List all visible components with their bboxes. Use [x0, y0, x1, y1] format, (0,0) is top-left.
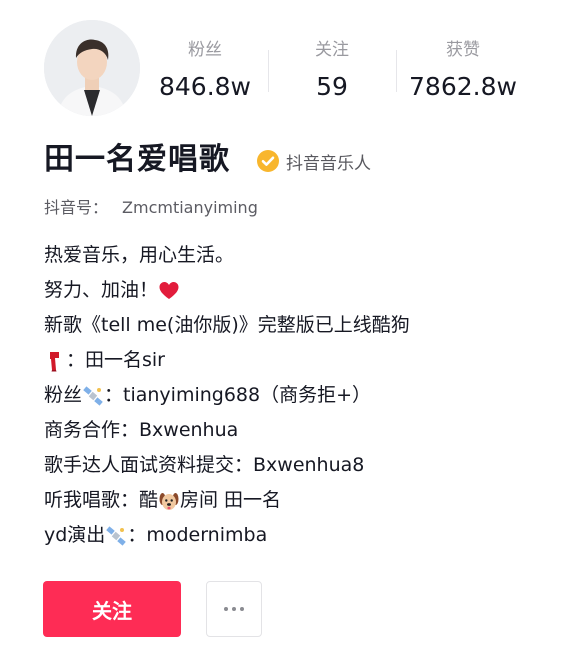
bio-text: 房间 田一名	[180, 489, 282, 511]
dog-face-emoji	[158, 490, 180, 512]
bio-line: 商务合作：Bxwenhua	[44, 413, 554, 448]
bio-text: 新歌《tell me(油你版)》完整版已上线酷狗	[44, 314, 410, 336]
douyin-id-row: 抖音号： Zmcmtianyiming	[44, 196, 258, 220]
name-row: 田一名爱唱歌 抖音音乐人	[44, 140, 371, 180]
follow-button[interactable]: 关注	[43, 581, 181, 637]
profile-name: 田一名爱唱歌	[44, 142, 230, 177]
likes-count: 7862.8w	[409, 72, 517, 101]
stat-following[interactable]: 关注 59	[286, 38, 378, 104]
red-scarf-emoji	[44, 350, 66, 372]
satellite-emoji	[82, 385, 104, 407]
verified-badge: 抖音音乐人	[256, 149, 371, 174]
bio-line: 努力、加油！	[44, 273, 554, 308]
likes-label: 获赞	[446, 40, 480, 60]
bio-line: 听我唱歌：酷 房间 田一名	[44, 483, 554, 518]
bio-text: ：tianyiming688（商务拒+）	[104, 384, 372, 406]
stat-likes[interactable]: 获赞 7862.8w	[402, 38, 524, 104]
more-button[interactable]	[206, 581, 262, 637]
bio-line: ：田一名sir	[44, 343, 554, 378]
bio-text: ：田一名sir	[66, 349, 165, 371]
check-badge-icon	[257, 150, 279, 172]
bio-text: 粉丝	[44, 384, 83, 406]
following-count: 59	[316, 72, 348, 101]
bio-line: yd演出 ：modernimba	[44, 518, 554, 553]
following-label: 关注	[315, 40, 349, 60]
red-heart-emoji	[158, 280, 180, 302]
stats-divider	[396, 50, 397, 92]
fans-count: 846.8w	[158, 72, 252, 101]
douyin-id-label: 抖音号：	[44, 198, 109, 217]
bio-line: 热爱音乐，用心生活。	[44, 238, 554, 273]
bio-line: 新歌《tell me(油你版)》完整版已上线酷狗	[44, 308, 554, 343]
douyin-id-value[interactable]: Zmcmtianyiming	[122, 198, 258, 217]
verified-label: 抖音音乐人	[286, 153, 371, 174]
bio-text: 商务合作：Bxwenhua	[44, 419, 239, 441]
follow-button-label: 关注	[92, 598, 132, 623]
more-dots-icon	[224, 607, 244, 611]
avatar[interactable]	[44, 20, 140, 116]
bio-text: 努力、加油！	[44, 279, 159, 301]
bio: 热爱音乐，用心生活。 努力、加油！ 新歌《tell me(油你版)》完整版已上线…	[44, 238, 554, 553]
bio-line: 歌手达人面试资料提交：Bxwenhua8	[44, 448, 554, 483]
satellite-emoji	[105, 525, 127, 547]
bio-text: 歌手达人面试资料提交：Bxwenhua8	[44, 454, 365, 476]
profile-stats: 粉丝 846.8w 关注 59 获赞 7862.8w	[140, 38, 540, 108]
avatar-image	[44, 20, 140, 116]
bio-text: 听我唱歌：酷	[44, 489, 159, 511]
bio-line: 粉丝 ：tianyiming688（商务拒+）	[44, 378, 554, 413]
bio-text: 热爱音乐，用心生活。	[44, 244, 235, 266]
stats-divider	[268, 50, 269, 92]
bio-text: ：modernimba	[127, 524, 268, 546]
fans-label: 粉丝	[188, 40, 222, 60]
bio-text: yd演出	[44, 524, 106, 546]
stat-fans[interactable]: 粉丝 846.8w	[150, 38, 260, 104]
